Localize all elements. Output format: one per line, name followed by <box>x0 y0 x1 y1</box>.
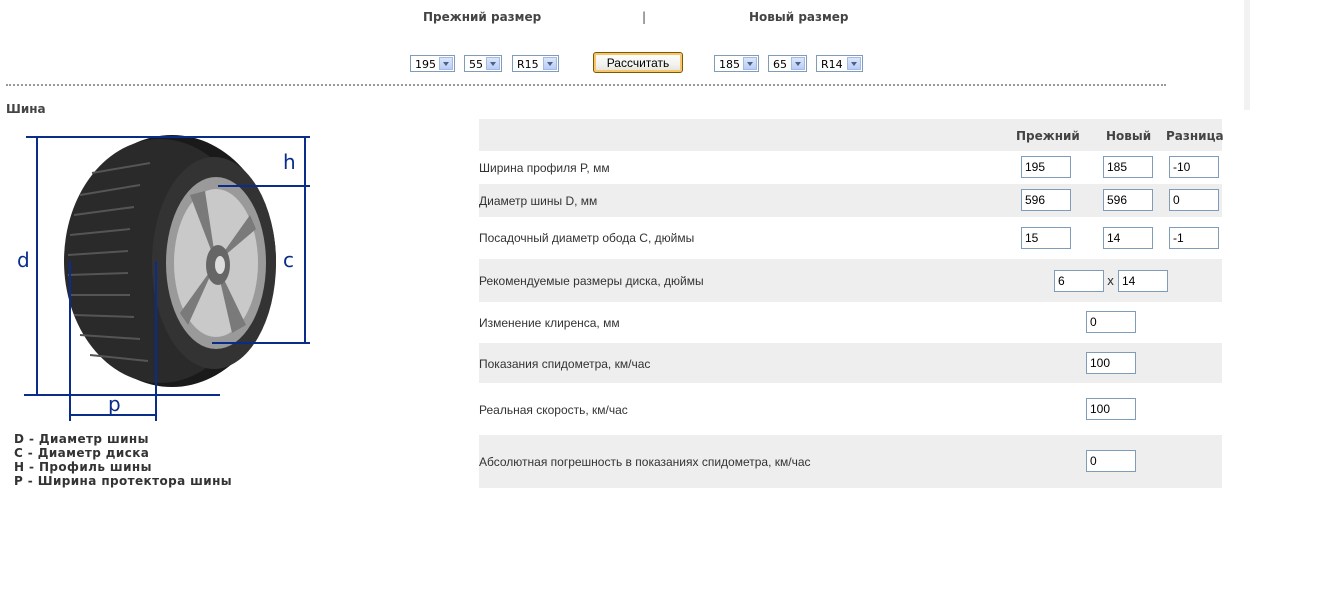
profile-width-new-field[interactable]: 185 <box>1103 156 1153 178</box>
tire-diameter-diff-field[interactable]: 0 <box>1169 189 1219 211</box>
new-profile-value: 65 <box>773 58 787 71</box>
recommended-rim-label: Рекомендуемые размеры диска, дюймы <box>479 274 704 288</box>
header-separator: | <box>642 10 647 24</box>
real-speed-field[interactable]: 100 <box>1086 398 1136 420</box>
table-row: Ширина профиля P, мм 195 185 -10 <box>479 151 1222 184</box>
recommended-rim-width-field[interactable]: 6 <box>1054 270 1104 292</box>
new-rim-value: R14 <box>821 58 843 71</box>
column-old: Прежний <box>1016 129 1080 143</box>
old-size-heading: Прежний размер <box>423 10 542 24</box>
table-row: Абсолютная погрешность в показаниях спид… <box>479 435 1222 488</box>
table-row: Посадочный диаметр обода C, дюймы 15 14 … <box>479 217 1222 259</box>
tread-p-label: p <box>108 392 121 416</box>
new-width-value: 185 <box>719 58 740 71</box>
real-speed-label: Реальная скорость, км/час <box>479 403 628 417</box>
table-row: Рекомендуемые размеры диска, дюймы 6 x 1… <box>479 259 1222 302</box>
clearance-change-label: Изменение клиренса, мм <box>479 316 620 330</box>
clearance-change-field[interactable]: 0 <box>1086 311 1136 333</box>
table-row: Диаметр шины D, мм 596 596 0 <box>479 184 1222 217</box>
chevron-down-icon <box>486 57 500 70</box>
right-edge-strip <box>1244 0 1250 110</box>
chevron-down-icon <box>791 57 805 70</box>
recommended-rim-separator: x <box>1107 274 1115 288</box>
chevron-down-icon <box>847 57 861 70</box>
tire-diagram: d h c p <box>17 135 310 421</box>
chevron-down-icon <box>543 57 557 70</box>
profile-width-diff-field[interactable]: -10 <box>1169 156 1219 178</box>
new-profile-select[interactable]: 65 <box>768 55 807 72</box>
profile-width-old-field[interactable]: 195 <box>1021 156 1071 178</box>
tire-section-title: Шина <box>6 102 46 116</box>
old-rim-select[interactable]: R15 <box>512 55 559 72</box>
profile-h-label: h <box>283 150 296 174</box>
legend-p: P - Ширина протектора шины <box>14 474 233 488</box>
rim-diameter-label: Посадочный диаметр обода C, дюймы <box>479 231 695 245</box>
table-row: Изменение клиренса, мм 0 <box>479 302 1222 343</box>
diameter-d-label: d <box>17 248 30 272</box>
legend-c: C - Диаметр диска <box>14 446 150 460</box>
old-profile-select[interactable]: 55 <box>464 55 502 72</box>
chevron-down-icon <box>439 57 453 70</box>
old-width-value: 195 <box>415 58 436 71</box>
legend-h: H - Профиль шины <box>14 460 152 474</box>
new-size-heading: Новый размер <box>749 10 849 24</box>
tire-diameter-old-field[interactable]: 596 <box>1021 189 1071 211</box>
column-new: Новый <box>1106 129 1152 143</box>
tire-diameter-label: Диаметр шины D, мм <box>479 194 598 208</box>
table-row: Реальная скорость, км/час 100 <box>479 383 1222 435</box>
table-row: Показания спидометра, км/час 100 <box>479 343 1222 383</box>
abs-error-label: Абсолютная погрешность в показаниях спид… <box>479 455 811 469</box>
calculate-button[interactable]: Рассчитать <box>593 52 683 73</box>
old-width-select[interactable]: 195 <box>410 55 455 72</box>
new-rim-select[interactable]: R14 <box>816 55 863 72</box>
recommended-rim-diameter-field[interactable]: 14 <box>1118 270 1168 292</box>
new-width-select[interactable]: 185 <box>714 55 759 72</box>
speedometer-label: Показания спидометра, км/час <box>479 357 651 371</box>
rim-diameter-old-field[interactable]: 15 <box>1021 227 1071 249</box>
profile-width-label: Ширина профиля P, мм <box>479 161 610 175</box>
legend-d: D - Диаметр шины <box>14 432 149 446</box>
rim-diameter-new-field[interactable]: 14 <box>1103 227 1153 249</box>
speedometer-field[interactable]: 100 <box>1086 352 1136 374</box>
rim-c-label: c <box>283 248 294 272</box>
rim-diameter-diff-field[interactable]: -1 <box>1169 227 1219 249</box>
tire-image <box>64 135 276 387</box>
dotted-divider <box>6 84 1166 86</box>
tire-diameter-new-field[interactable]: 596 <box>1103 189 1153 211</box>
chevron-down-icon <box>743 57 757 70</box>
old-rim-value: R15 <box>517 58 539 71</box>
old-profile-value: 55 <box>469 58 483 71</box>
column-diff: Разница <box>1166 129 1224 143</box>
abs-error-field[interactable]: 0 <box>1086 450 1136 472</box>
